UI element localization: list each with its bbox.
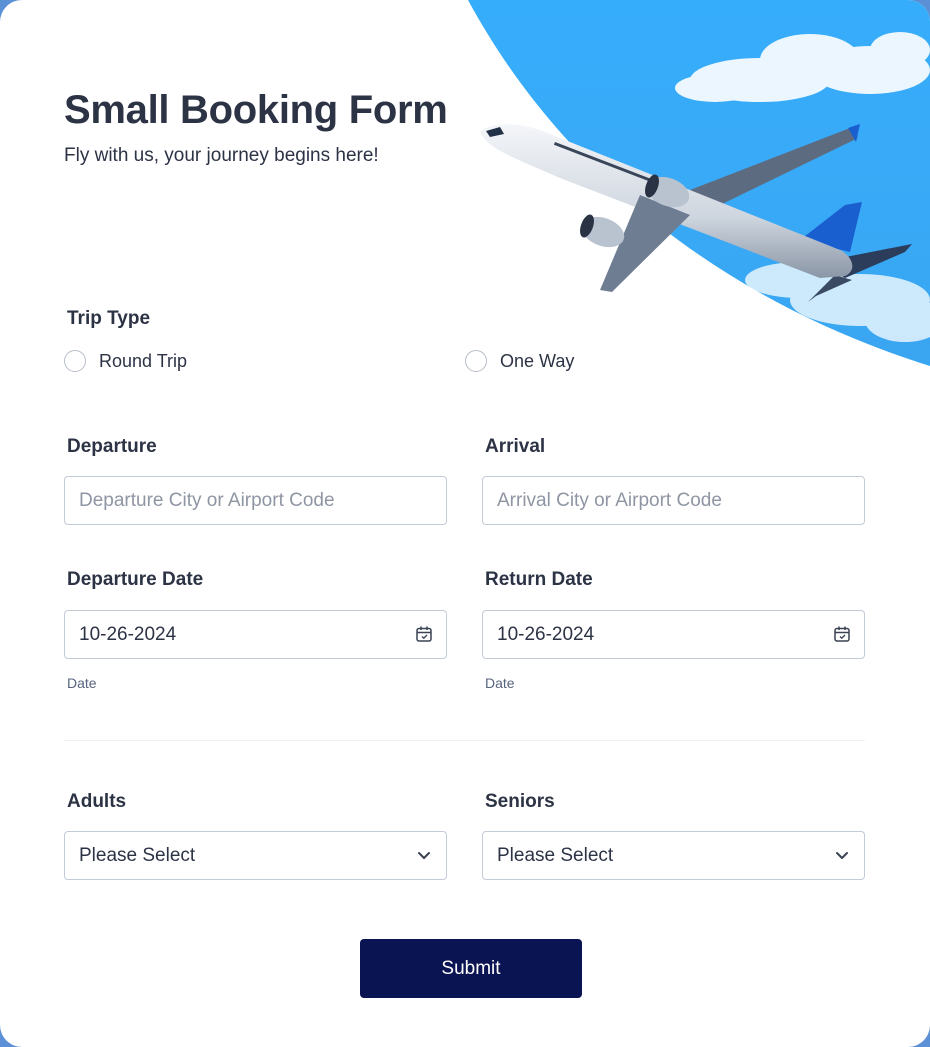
page-title: Small Booking Form <box>64 88 448 132</box>
radio-circle[interactable] <box>465 350 487 372</box>
arrival-input[interactable] <box>483 477 864 524</box>
departure-date-label: Departure Date <box>67 569 204 590</box>
trip-type-label: Trip Type <box>67 308 151 329</box>
submit-button[interactable]: Submit <box>360 939 582 998</box>
adults-label: Adults <box>67 791 127 812</box>
radio-label-round-trip: Round Trip <box>99 350 188 371</box>
chevron-down-icon[interactable] <box>833 846 851 864</box>
calendar-icon[interactable] <box>415 625 433 643</box>
radio-label-one-way: One Way <box>500 350 575 371</box>
seniors-select[interactable]: Please Select <box>482 831 865 880</box>
return-date-label: Return Date <box>485 569 593 590</box>
departure-date-input[interactable]: 10-26-2024 <box>64 610 447 659</box>
page-subtitle: Fly with us, your journey begins here! <box>64 145 379 166</box>
seniors-label: Seniors <box>485 791 555 812</box>
departure-label: Departure <box>67 436 157 457</box>
section-divider <box>64 740 865 741</box>
departure-date-sublabel: Date <box>67 675 97 691</box>
radio-round-trip[interactable]: Round Trip <box>64 350 187 372</box>
return-date-sublabel: Date <box>485 675 515 691</box>
arrival-label: Arrival <box>485 436 546 457</box>
radio-one-way[interactable]: One Way <box>465 350 574 372</box>
chevron-down-icon[interactable] <box>415 846 433 864</box>
return-date-value: 10-26-2024 <box>497 624 595 645</box>
adults-select[interactable]: Please Select <box>64 831 447 880</box>
radio-circle[interactable] <box>64 350 86 372</box>
seniors-select-value: Please Select <box>497 845 614 866</box>
calendar-icon[interactable] <box>833 625 851 643</box>
departure-field <box>64 476 447 525</box>
departure-input[interactable] <box>65 477 446 524</box>
adults-select-value: Please Select <box>79 845 196 866</box>
booking-form-card: Small Booking Form Fly with us, your jou… <box>0 0 930 1047</box>
return-date-input[interactable]: 10-26-2024 <box>482 610 865 659</box>
arrival-field <box>482 476 865 525</box>
departure-date-value: 10-26-2024 <box>79 624 177 645</box>
